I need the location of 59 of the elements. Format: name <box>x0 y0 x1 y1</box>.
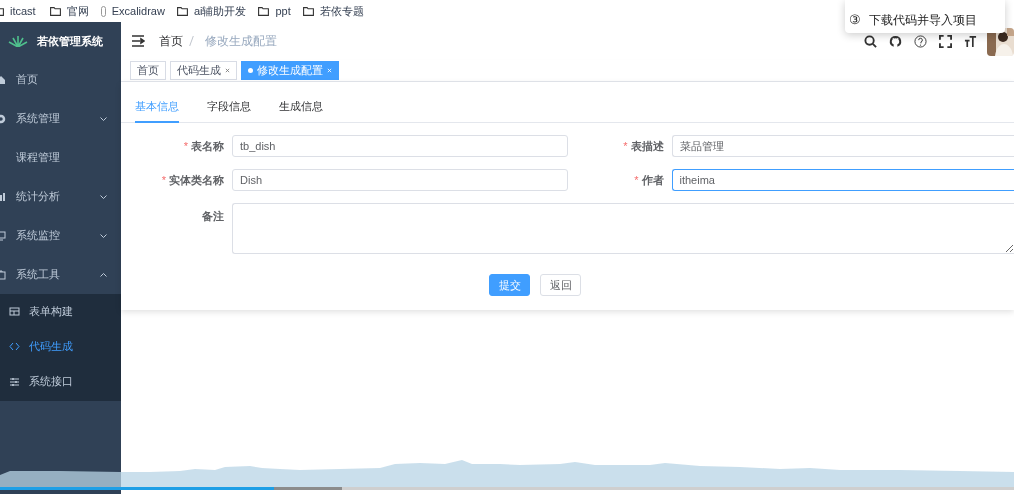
bookmark[interactable]: ai辅助开发 <box>176 2 247 20</box>
chevron-icon <box>100 116 107 121</box>
bookmark[interactable]: 若依专题 <box>302 2 364 20</box>
sidebar-item[interactable]: 统计分析 <box>0 177 121 216</box>
submenu-item[interactable]: 系统接口 <box>0 364 121 399</box>
close-icon[interactable] <box>225 68 230 73</box>
table-icon <box>9 306 20 317</box>
chevron-icon <box>100 272 107 277</box>
remark-field[interactable] <box>232 203 1014 254</box>
link-icon <box>100 5 106 17</box>
folder-icon <box>49 6 61 16</box>
required-mark: * <box>634 172 639 188</box>
breadcrumb-item[interactable]: 首页 <box>159 32 183 50</box>
sidebar-item[interactable]: 课程管理 <box>0 138 121 177</box>
bookmark[interactable]: 官网 <box>49 2 89 20</box>
fullscreen-icon[interactable] <box>939 34 952 48</box>
popup-item[interactable]: ③ 下载代码并导入项目 <box>845 10 1005 30</box>
code-icon <box>9 341 20 352</box>
sliders-icon <box>9 376 20 387</box>
text-field[interactable]: tb_dish <box>232 135 568 157</box>
app-title: 若依管理系统 <box>37 33 103 49</box>
folder-icon <box>258 6 270 16</box>
submenu-item[interactable]: 表单构建 <box>0 294 121 329</box>
bookmark[interactable]: itcast <box>0 2 36 20</box>
tag[interactable]: 首页 <box>130 61 166 80</box>
github-icon[interactable] <box>889 34 902 48</box>
breadcrumb-item: 修改生成配置 <box>205 33 277 50</box>
folder-icon <box>302 6 314 16</box>
font-size-icon[interactable] <box>964 34 977 48</box>
sidebar-item[interactable]: 首页 <box>0 60 121 99</box>
bookmark[interactable]: ppt <box>258 2 291 20</box>
sidebar-item[interactable]: 系统管理 <box>0 99 121 138</box>
field-label: 表名称 <box>191 138 224 154</box>
text-field[interactable]: 菜品管理 <box>671 135 1014 157</box>
field-label: 表描述 <box>630 138 664 154</box>
form-tab[interactable]: 字段信息 <box>207 98 251 123</box>
chevron-icon <box>100 233 107 238</box>
submenu-item[interactable]: 代码生成 <box>0 329 121 364</box>
required-mark: * <box>161 172 166 188</box>
form-tab[interactable]: 生成信息 <box>279 98 323 123</box>
sidebar-item[interactable]: 系统工具 <box>0 255 121 294</box>
folder-icon <box>0 6 4 16</box>
chevron-icon <box>100 194 107 199</box>
logo-icon <box>8 35 28 47</box>
bookmark[interactable]: Excalidraw <box>100 2 165 20</box>
field-label: 实体类名称 <box>169 172 224 188</box>
required-mark: * <box>623 138 628 154</box>
sidebar-item[interactable]: 系统监控 <box>0 216 121 255</box>
folder-icon <box>176 6 188 16</box>
required-mark: * <box>183 138 188 154</box>
field-label: 作者 <box>641 172 664 188</box>
menu-icon[interactable] <box>131 35 145 47</box>
field-label: 备注 <box>201 209 225 224</box>
search-icon[interactable] <box>864 34 877 48</box>
help-icon[interactable] <box>914 34 927 48</box>
back-button[interactable]: 返回 <box>540 274 581 296</box>
text-field[interactable]: Dish <box>232 169 568 191</box>
text-field[interactable]: itheima <box>671 169 1014 191</box>
tag[interactable]: 代码生成 <box>170 61 237 80</box>
